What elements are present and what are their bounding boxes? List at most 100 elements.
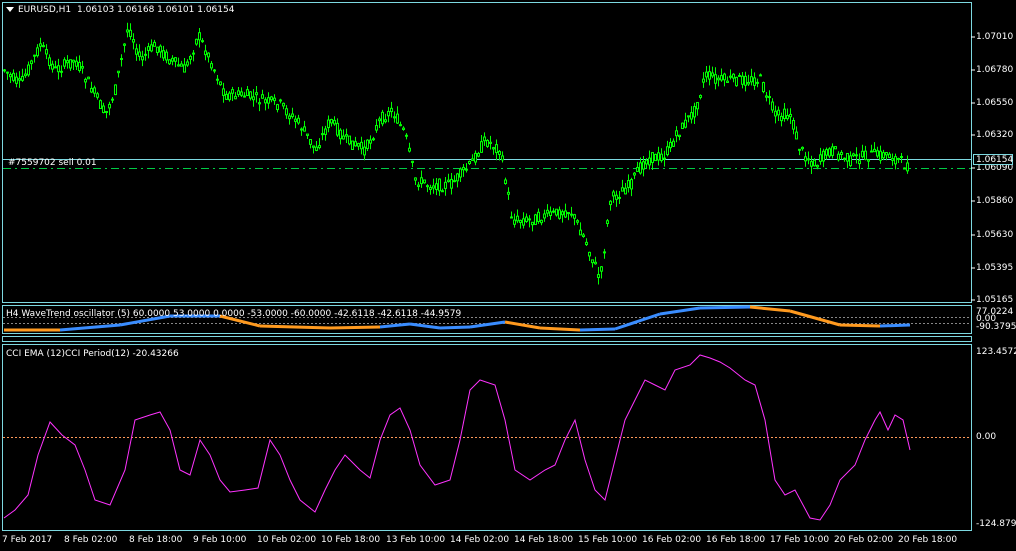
candle-body bbox=[462, 166, 465, 171]
candle-body bbox=[348, 135, 351, 145]
date-axis-label: 13 Feb 10:00 bbox=[386, 535, 446, 545]
candle-body bbox=[483, 136, 486, 142]
candle-body bbox=[117, 70, 120, 74]
candle-body bbox=[717, 77, 720, 81]
candle-body bbox=[297, 117, 300, 124]
candle-body bbox=[711, 72, 714, 77]
ohlc-values: 1.06103 1.06168 1.06101 1.06154 bbox=[77, 5, 235, 15]
candle-body bbox=[423, 179, 426, 184]
candle-body bbox=[696, 102, 699, 110]
candle-body bbox=[321, 133, 324, 136]
candle-body bbox=[528, 218, 531, 221]
candle-body bbox=[735, 76, 738, 87]
wavetrend-segment bbox=[59, 323, 121, 332]
candle-body bbox=[336, 122, 339, 136]
candle-body bbox=[663, 157, 666, 160]
candle-body bbox=[516, 215, 519, 222]
candle-body bbox=[801, 146, 804, 150]
candle-body bbox=[198, 32, 201, 41]
chart-canvas[interactable] bbox=[0, 0, 1016, 551]
candle-body bbox=[177, 64, 180, 67]
candle-body bbox=[609, 200, 612, 206]
candle-body bbox=[468, 160, 471, 165]
candle-body bbox=[588, 251, 591, 257]
candle-body bbox=[399, 124, 402, 127]
candle-body bbox=[477, 153, 480, 157]
candle-body bbox=[531, 221, 534, 226]
candle-body bbox=[612, 191, 615, 197]
candle-body bbox=[228, 92, 231, 101]
candle-body bbox=[210, 63, 213, 69]
candle-body bbox=[246, 89, 249, 97]
candle-body bbox=[204, 50, 207, 56]
candle-body bbox=[546, 209, 549, 214]
candle-body bbox=[474, 152, 477, 163]
candle-body bbox=[534, 214, 537, 225]
candle-body bbox=[36, 47, 39, 57]
candle-body bbox=[558, 209, 561, 219]
date-axis-label: 16 Feb 18:00 bbox=[706, 535, 766, 545]
candle-body bbox=[495, 144, 498, 153]
date-axis-label: 20 Feb 02:00 bbox=[834, 535, 894, 545]
candle-body bbox=[153, 41, 156, 47]
candle-body bbox=[255, 92, 258, 96]
candle-body bbox=[279, 99, 282, 102]
candle-body bbox=[651, 152, 654, 163]
candle-body bbox=[726, 80, 729, 83]
candle-body bbox=[249, 91, 252, 99]
candle-body bbox=[402, 127, 405, 130]
candle-body bbox=[135, 48, 138, 55]
candle-body bbox=[660, 153, 663, 162]
candle-body bbox=[537, 211, 540, 222]
candle-body bbox=[369, 139, 372, 144]
candle-body bbox=[264, 99, 267, 104]
candle-body bbox=[450, 178, 453, 189]
candle-body bbox=[456, 173, 459, 182]
candle-body bbox=[855, 154, 858, 157]
candle-body bbox=[753, 77, 756, 86]
candle-body bbox=[819, 154, 822, 162]
candle-body bbox=[762, 82, 765, 93]
candle-body bbox=[168, 59, 171, 65]
wavetrend-segment bbox=[469, 320, 506, 329]
candle-body bbox=[171, 57, 174, 62]
candle-body bbox=[849, 155, 852, 167]
symbol-header[interactable]: EURUSD,H1 1.06103 1.06168 1.06101 1.0615… bbox=[6, 5, 234, 15]
candle-body bbox=[744, 75, 747, 86]
candle-body bbox=[207, 52, 210, 58]
candle-body bbox=[288, 115, 291, 120]
candle-body bbox=[816, 164, 819, 168]
candle-body bbox=[786, 115, 789, 120]
candle-body bbox=[330, 118, 333, 124]
order-label[interactable]: #7559702 sell 0.01 bbox=[8, 158, 97, 168]
candle-body bbox=[471, 158, 474, 161]
candle-body bbox=[300, 128, 303, 131]
candle-body bbox=[876, 150, 879, 157]
candle-body bbox=[66, 60, 69, 64]
candle-body bbox=[162, 50, 165, 59]
candle-body bbox=[351, 140, 354, 150]
candle-body bbox=[93, 87, 96, 94]
dropdown-triangle-icon[interactable] bbox=[6, 7, 14, 12]
candle-body bbox=[201, 40, 204, 43]
candle-body bbox=[507, 191, 510, 195]
candle-body bbox=[783, 108, 786, 120]
candle-body bbox=[360, 141, 363, 150]
candle-body bbox=[42, 45, 45, 48]
candle-body bbox=[318, 145, 321, 149]
candle-body bbox=[657, 152, 660, 161]
candle-body bbox=[750, 76, 753, 83]
candle-body bbox=[315, 146, 318, 151]
candle-body bbox=[147, 46, 150, 51]
candle-body bbox=[831, 146, 834, 156]
candle-body bbox=[615, 194, 618, 200]
candle-body bbox=[243, 95, 246, 98]
candle-body bbox=[543, 213, 546, 219]
candle-body bbox=[384, 119, 387, 123]
candle-body bbox=[234, 95, 237, 100]
candle-body bbox=[795, 131, 798, 140]
candle-body bbox=[648, 157, 651, 166]
candle-body bbox=[24, 73, 27, 77]
candle-body bbox=[174, 57, 177, 62]
candle-body bbox=[258, 102, 261, 105]
